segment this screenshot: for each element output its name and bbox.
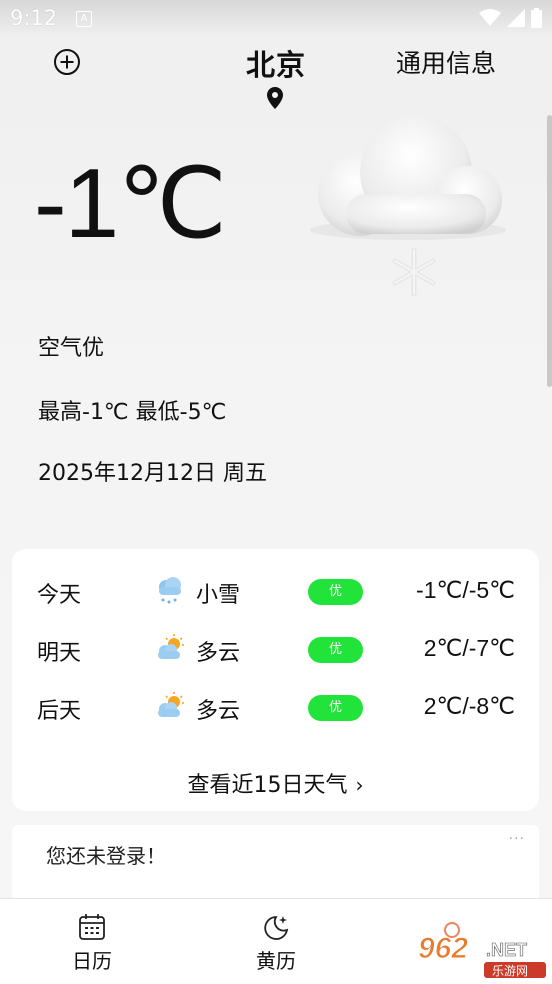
forecast-day: 今天 (37, 583, 82, 608)
tab-almanac-label: 黄历 (256, 949, 296, 973)
forecast-range: 2℃/-8℃ (423, 693, 515, 719)
chevron-right-icon: › (355, 773, 364, 797)
light-snow-icon (159, 577, 181, 604)
signal-icon (507, 9, 525, 27)
aq-badge: 优 (308, 695, 363, 721)
forecast-range: -1℃/-5℃ (416, 577, 515, 603)
location-pin-icon (267, 87, 283, 109)
scrollbar[interactable] (547, 115, 552, 387)
more-options-icon[interactable]: ··· (509, 831, 525, 847)
forecast-range: 2℃/-7℃ (423, 635, 515, 661)
tab-calendar[interactable]: 日历 (47, 913, 137, 974)
forecast-row-day-after[interactable]: 后天 多云 优 2℃/-8℃ (12, 687, 539, 727)
tab-almanac[interactable]: 黄历 (231, 913, 321, 974)
forecast-row-today[interactable]: 今天 小雪 优 -1℃/-5℃ (12, 571, 539, 611)
high-low-temperature: 最高-1℃ 最低-5℃ (38, 400, 227, 425)
forecast-condition: 小雪 (196, 583, 241, 608)
current-temperature: -1℃ (34, 148, 227, 258)
notification-icon: A (76, 11, 92, 27)
forecast-day: 后天 (37, 699, 82, 724)
watermark-brand: 962 (418, 932, 468, 965)
forecast-day: 明天 (37, 641, 82, 666)
forecast-card: 今天 小雪 优 -1℃/-5℃ 明天 多云 优 2℃/-7℃ 后天 多云 优 2… (12, 549, 539, 811)
watermark-net: .NET (486, 940, 527, 960)
watermark-sub: 乐游网 (492, 964, 528, 978)
forecast-condition: 多云 (196, 641, 241, 666)
partly-cloudy-icon (158, 692, 184, 717)
status-time: 9:12 (10, 6, 58, 30)
snow-cloud-icon (310, 116, 506, 297)
calendar-icon (79, 914, 105, 940)
air-quality-text: 空气优 (38, 336, 105, 361)
view-15-day-label: 查看近15日天气 (187, 773, 348, 798)
header: 北京 通用信息 (0, 38, 552, 109)
current-date: 2025年12月12日 周五 (38, 461, 267, 486)
login-card[interactable]: 您还未登录！ ··· (12, 825, 539, 905)
watermark-logo: 962 .NET 乐游网 (412, 918, 548, 978)
moon-star-icon (264, 916, 289, 940)
login-prompt: 您还未登录！ (46, 844, 166, 868)
watermark-graphic: 962 .NET 乐游网 (418, 922, 546, 978)
general-info-link[interactable]: 通用信息 (396, 44, 496, 80)
forecast-row-tomorrow[interactable]: 明天 多云 优 2℃/-7℃ (12, 629, 539, 669)
aq-badge: 优 (308, 637, 363, 663)
partly-cloudy-icon (158, 634, 184, 659)
aq-badge: 优 (308, 579, 363, 605)
status-icons (479, 8, 542, 28)
wifi-icon (479, 9, 501, 26)
battery-icon (531, 8, 542, 28)
forecast-condition: 多云 (196, 699, 241, 724)
status-bar: 9:12 A (0, 0, 552, 36)
tab-calendar-label: 日历 (72, 949, 112, 973)
view-15-day-link[interactable]: 查看近15日天气 › (12, 767, 539, 799)
